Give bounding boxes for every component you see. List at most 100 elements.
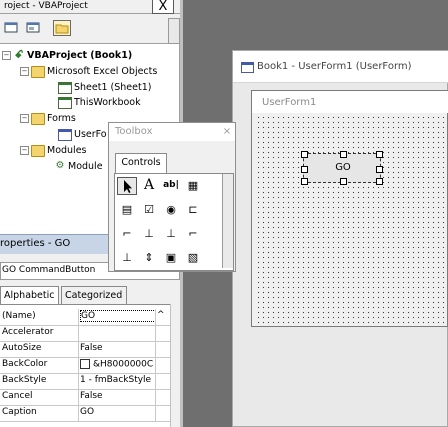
toolbox-close-button[interactable]: × — [222, 126, 232, 137]
collapse-icon[interactable]: − — [20, 146, 29, 155]
tree-node-forms[interactable]: − Forms — [20, 112, 76, 125]
multipage-tool[interactable]: ⌐ — [183, 225, 203, 243]
spinbutton-tool[interactable]: ⇕ — [139, 249, 159, 267]
checkbox-tool[interactable]: ☑ — [139, 201, 159, 219]
property-name: BackStyle — [2, 375, 47, 385]
tab-alphabetic[interactable]: Alphabetic — [0, 286, 59, 304]
color-swatch-icon — [80, 359, 90, 369]
tab-controls[interactable]: Controls — [115, 153, 167, 173]
designer-title: Book1 - UserForm1 (UserForm) — [257, 61, 412, 72]
scrollbar-tool[interactable]: ⊥ — [117, 249, 137, 267]
view-object-icon — [26, 22, 40, 33]
resize-handle[interactable] — [376, 178, 383, 185]
tab-categorized[interactable]: Categorized — [61, 286, 127, 304]
userform-caption: UserForm1 — [262, 97, 317, 108]
toolbox-titlebar[interactable]: Toolbox — [109, 123, 235, 141]
tabstrip-tool[interactable]: ⊥ — [161, 225, 181, 243]
property-name: BackColor — [2, 359, 48, 369]
property-row[interactable]: Accelerator — [0, 325, 170, 342]
view-object-button[interactable] — [25, 20, 43, 36]
sheet-icon — [58, 81, 72, 94]
tree-node-label: UserFo — [74, 129, 107, 140]
property-value[interactable]: False — [80, 391, 154, 401]
tree-node-label: Modules — [47, 145, 87, 156]
tree-node-excel-objects[interactable]: − Microsoft Excel Objects — [20, 65, 157, 78]
resize-handle[interactable] — [301, 166, 308, 173]
combobox-tool[interactable]: ▦ — [183, 177, 203, 195]
module-icon: ⚙ — [55, 160, 65, 171]
toolbox-window: Toolbox × Controls A ab| ▦ ▤ ☑ ◉ ⊏ ⌐ ⊥ ⊥… — [108, 122, 236, 272]
view-code-button[interactable] — [3, 20, 21, 36]
property-value[interactable]: GO — [80, 310, 156, 322]
property-name: Accelerator — [2, 327, 54, 337]
resize-handle[interactable] — [376, 151, 383, 158]
userform-canvas[interactable] — [256, 115, 447, 324]
label-tool[interactable]: A — [139, 177, 159, 195]
commandbutton-tool[interactable]: ⊥ — [139, 225, 159, 243]
view-code-icon — [4, 22, 18, 33]
properties-title: roperties - GO — [0, 238, 71, 249]
property-value[interactable]: GO — [80, 407, 154, 417]
project-scrollbar[interactable] — [168, 18, 180, 44]
property-value[interactable]: False — [80, 343, 154, 353]
property-row[interactable]: Cancel False — [0, 389, 170, 406]
property-name: (Name) — [2, 311, 36, 321]
tree-node-modules[interactable]: − Modules — [20, 144, 87, 157]
resize-handle[interactable] — [340, 178, 347, 185]
property-value[interactable]: 1 - fmBackStyle — [80, 375, 154, 385]
form-icon — [241, 62, 254, 73]
toolbox-scrollbar[interactable] — [222, 174, 233, 268]
resize-handle[interactable] — [340, 151, 347, 158]
tree-node-thisworkbook[interactable]: ThisWorkbook — [58, 96, 141, 109]
collapse-icon[interactable]: − — [20, 67, 29, 76]
property-name: AutoSize — [2, 343, 42, 353]
object-selector-value: GO CommandButton — [2, 265, 96, 275]
frame-tool[interactable]: ⌐ — [117, 225, 137, 243]
folder-icon — [31, 65, 45, 78]
property-name: Caption — [2, 407, 37, 417]
refedit-tool[interactable]: ▧ — [183, 249, 203, 267]
listbox-tool[interactable]: ▤ — [117, 201, 137, 219]
project-close-button[interactable]: X — [152, 0, 174, 14]
tree-node-label: Sheet1 (Sheet1) — [74, 82, 152, 93]
optionbutton-tool[interactable]: ◉ — [161, 201, 181, 219]
go-command-button[interactable]: GO — [301, 151, 383, 185]
tree-node-vbaproject[interactable]: − ꗃ VBAProject (Book1) — [2, 49, 132, 62]
textbox-tool[interactable]: ab| — [161, 177, 181, 195]
toggle-folders-button[interactable] — [53, 20, 71, 36]
tree-node-label: Module — [68, 161, 103, 172]
property-row[interactable]: Caption GO — [0, 405, 170, 422]
toolbox-controls-panel: A ab| ▦ ▤ ☑ ◉ ⊏ ⌐ ⊥ ⊥ ⌐ ⊥ ⇕ ▣ ▧ — [114, 173, 234, 271]
image-tool[interactable]: ▣ — [161, 249, 181, 267]
form-icon — [58, 128, 72, 141]
userform-titlebar: UserForm1 — [252, 91, 448, 113]
chevron-up-icon[interactable]: ^ — [157, 310, 165, 320]
resize-handle[interactable] — [301, 151, 308, 158]
property-name: Cancel — [2, 391, 33, 401]
property-row[interactable]: BackStyle 1 - fmBackStyle — [0, 373, 170, 390]
select-objects-tool[interactable] — [117, 177, 137, 195]
properties-grid: (Name) GO ^ Accelerator AutoSize False B… — [0, 304, 170, 427]
project-toolbar — [0, 14, 180, 44]
property-value[interactable]: &H8000000C — [80, 359, 154, 370]
userform[interactable]: UserForm1 — [251, 90, 448, 327]
togglebutton-tool[interactable]: ⊏ — [183, 201, 203, 219]
toolbox-title: Toolbox — [115, 126, 153, 137]
folder-icon — [31, 112, 45, 125]
resize-handle[interactable] — [301, 178, 308, 185]
collapse-icon[interactable]: − — [20, 114, 29, 123]
tree-node-label: ThisWorkbook — [74, 97, 141, 108]
designer-titlebar[interactable]: Book1 - UserForm1 (UserForm) — [233, 51, 448, 83]
property-row[interactable]: (Name) GO ^ — [0, 309, 170, 326]
property-value-text: &H8000000C — [93, 359, 154, 370]
workbook-icon — [58, 96, 72, 109]
collapse-icon[interactable]: − — [2, 51, 11, 60]
resize-handle[interactable] — [376, 166, 383, 173]
property-row[interactable]: AutoSize False — [0, 341, 170, 358]
tree-node-sheet1[interactable]: Sheet1 (Sheet1) — [58, 81, 151, 94]
property-row[interactable]: BackColor &H8000000C — [0, 357, 170, 374]
tree-node-userform[interactable]: UserFo — [58, 128, 107, 141]
project-explorer-title: roject - VBAProject — [4, 1, 88, 11]
tree-node-module[interactable]: ⚙ Module — [54, 160, 103, 173]
properties-scrollbar[interactable] — [170, 304, 180, 427]
